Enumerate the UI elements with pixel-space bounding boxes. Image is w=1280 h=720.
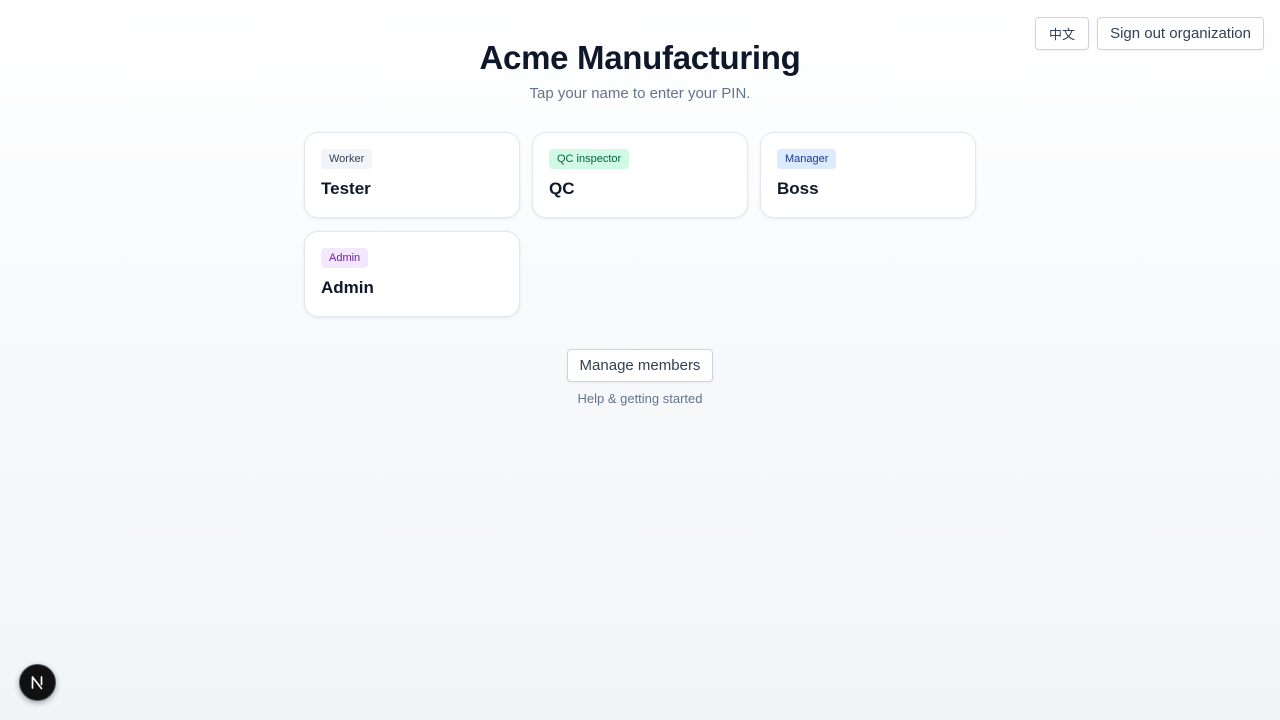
role-badge: Admin (321, 248, 369, 268)
page-subtitle: Tap your name to enter your PIN. (529, 85, 751, 102)
page-header: Acme Manufacturing Tap your name to ente… (0, 0, 1280, 102)
member-name: Admin (321, 278, 374, 297)
dev-tools-indicator[interactable] (19, 664, 56, 701)
help-link[interactable]: Help & getting started (0, 391, 1280, 406)
next-logo-icon (31, 676, 43, 690)
member-grid: Worker Tester QC inspector QC Manager Bo… (304, 132, 976, 317)
member-name: QC (549, 179, 575, 198)
top-actions: 中文 Sign out organization (1035, 17, 1264, 50)
role-badge: QC inspector (549, 149, 630, 169)
member-card[interactable]: Admin Admin (304, 231, 520, 317)
member-name: Boss (777, 179, 819, 198)
member-name: Tester (321, 179, 371, 198)
footer-actions: Manage members Help & getting started (0, 349, 1280, 406)
role-badge: Worker (321, 149, 373, 169)
sign-out-organization-button[interactable]: Sign out organization (1097, 17, 1264, 50)
manage-members-button[interactable]: Manage members (566, 349, 714, 382)
member-card[interactable]: QC inspector QC (532, 132, 748, 218)
role-badge: Manager (777, 149, 837, 169)
member-card[interactable]: Worker Tester (304, 132, 520, 218)
language-toggle-button[interactable]: 中文 (1035, 17, 1090, 50)
member-card[interactable]: Manager Boss (760, 132, 976, 218)
